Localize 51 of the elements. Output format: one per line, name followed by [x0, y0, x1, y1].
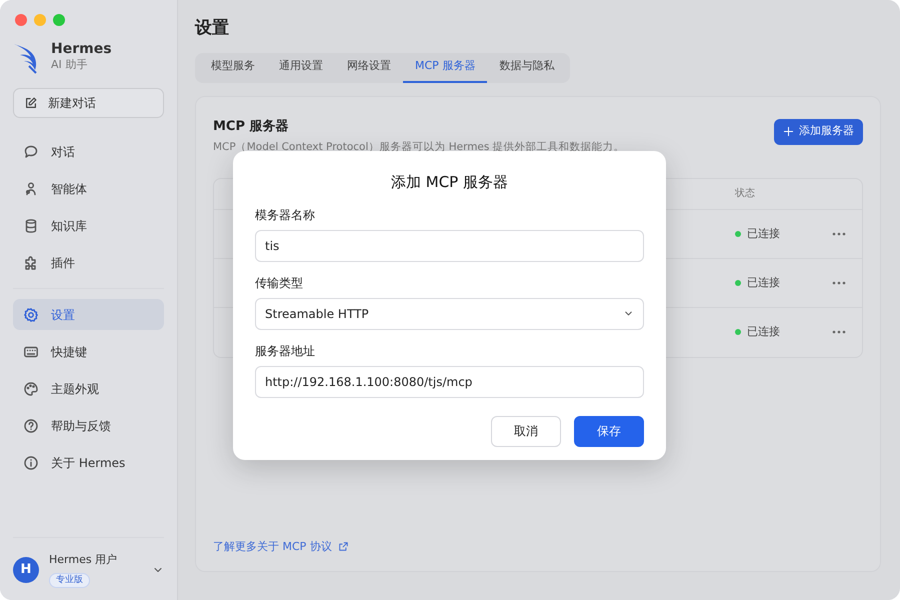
- settings-tab[interactable]: 网络设置: [335, 52, 403, 82]
- field-label: 服务器地址: [255, 342, 316, 360]
- info-icon: [23, 454, 39, 470]
- palette-icon: [23, 380, 39, 396]
- settings-tab[interactable]: 数据与隐私: [487, 52, 566, 82]
- add-server-button[interactable]: 添加服务器: [774, 118, 863, 144]
- more-icon[interactable]: [832, 232, 846, 236]
- settings-icon: [23, 306, 39, 322]
- sidebar-item[interactable]: 设置: [13, 299, 164, 330]
- sidebar-item[interactable]: 对话: [13, 136, 164, 167]
- settings-tab[interactable]: 模型服务: [199, 52, 267, 82]
- new-chat-button[interactable]: 新建对话: [13, 88, 164, 118]
- database-icon: [23, 218, 39, 234]
- cancel-button[interactable]: 取消: [491, 416, 561, 446]
- app-subtitle: AI 助手: [51, 57, 88, 74]
- more-icon[interactable]: [832, 330, 846, 334]
- sidebar-item[interactable]: 关于 Hermes: [13, 447, 164, 478]
- plan-tag: 专业版: [49, 572, 90, 588]
- input-field[interactable]: http://192.168.1.100:8080/tjs/mcp: [255, 366, 644, 398]
- transport-select[interactable]: Streamable HTTP: [255, 298, 644, 330]
- section-title: MCP 服务器: [213, 118, 290, 136]
- user-name: Hermes 用户: [49, 552, 118, 568]
- plus-icon: [783, 126, 794, 137]
- app-name: Hermes: [51, 42, 112, 58]
- sidebar-item[interactable]: 快捷键: [13, 336, 164, 367]
- page-title: 设置: [195, 17, 230, 40]
- status-text: 已连接: [747, 274, 780, 290]
- field-label: 模务器名称: [255, 206, 316, 224]
- help-icon: [23, 418, 39, 434]
- chat-bubble-icon: [23, 144, 39, 160]
- sidebar-item[interactable]: 插件: [13, 247, 164, 278]
- status-text: 已连接: [747, 324, 780, 340]
- sidebar-item[interactable]: 知识库: [13, 210, 164, 241]
- external-link-icon: [338, 541, 349, 552]
- input-field[interactable]: tis: [255, 230, 644, 262]
- more-icon[interactable]: [832, 280, 846, 285]
- sidebar-item[interactable]: 帮助与反馈: [13, 410, 164, 441]
- dialog-title: 添加 MCP 服务器: [390, 172, 509, 193]
- user-avatar[interactable]: H: [13, 557, 39, 583]
- settings-tab[interactable]: MCP 服务器: [403, 52, 488, 82]
- learn-more-link[interactable]: 了解更多关于 MCP 协议: [213, 538, 349, 555]
- sidebar-item[interactable]: 智能体: [13, 173, 164, 204]
- field-label: 传输类型: [255, 274, 304, 292]
- save-button[interactable]: 保存: [574, 416, 644, 446]
- window-control[interactable]: [15, 14, 27, 26]
- section-description: MCP（Model Context Protocol）服务器可以为 Hermes 提供外部工具和数据能力。: [213, 140, 625, 155]
- settings-tab[interactable]: 通用设置: [267, 52, 335, 82]
- edit-icon: [24, 96, 38, 110]
- column-header: 状态: [735, 186, 755, 202]
- status-text: 已连接: [747, 226, 780, 242]
- sidebar-item[interactable]: 主题外观: [13, 373, 164, 404]
